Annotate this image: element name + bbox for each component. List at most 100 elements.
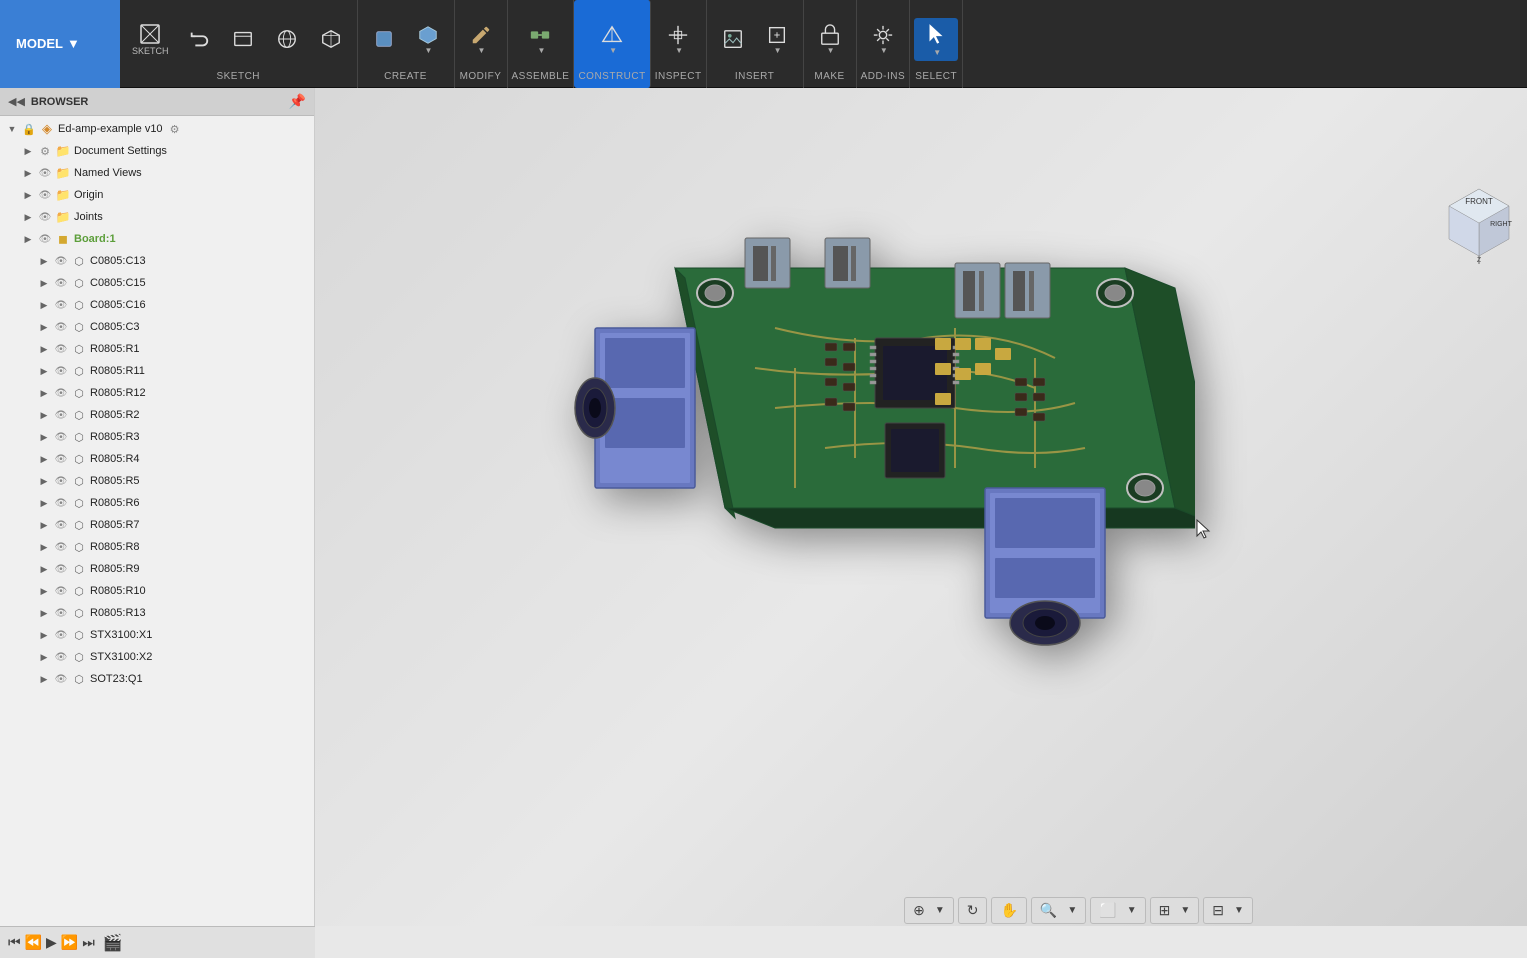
- view-btn[interactable]: ⊟: [1208, 900, 1228, 921]
- joints-label: Joints: [72, 211, 103, 223]
- tree-doc-settings[interactable]: ▶ ⚙ 📁 Document Settings: [0, 140, 314, 162]
- construct-btn[interactable]: ▼: [590, 20, 634, 59]
- tree-named-views[interactable]: ▶ 👁 📁 Named Views: [0, 162, 314, 184]
- create-more-btn[interactable]: ▼: [406, 20, 450, 59]
- model-menu-button[interactable]: MODEL ▼: [0, 0, 120, 88]
- main-canvas[interactable]: ⊕ ▼ ↻ ✋ 🔍 ▼ ⬜ ▼ ⊞ ▼ ⊟ ▼: [315, 88, 1527, 926]
- modify-items: ▼: [459, 0, 503, 71]
- tree-origin[interactable]: ▶ 👁 📁 Origin: [0, 184, 314, 206]
- root-component-icon: ◈: [38, 121, 56, 137]
- display-mode-btn[interactable]: ⬜: [1095, 900, 1120, 921]
- tree-component-item[interactable]: ▶ 👁 ⬡ R0805:R4: [0, 448, 314, 470]
- svg-text:Z: Z: [1477, 257, 1482, 264]
- tree-joints[interactable]: ▶ 👁 📁 Joints: [0, 206, 314, 228]
- tree-component-item[interactable]: ▶ 👁 ⬡ R0805:R8: [0, 536, 314, 558]
- component-label: C0805:C16: [88, 299, 146, 311]
- make-section: ▼ MAKE: [804, 0, 857, 88]
- browser-collapse-btn[interactable]: ◀◀: [8, 95, 25, 108]
- insert-label: INSERT: [735, 71, 775, 88]
- tree-component-item[interactable]: ▶ 👁 ⬡ R0805:R2: [0, 404, 314, 426]
- component-arrow: ▶: [36, 520, 52, 531]
- origin-eye-icon: 👁: [36, 190, 54, 201]
- create-solid-btn[interactable]: [362, 24, 406, 54]
- tree-board1[interactable]: ▶ 👁 ◼ Board:1: [0, 228, 314, 250]
- play-prev-btn[interactable]: ⏪: [25, 934, 42, 951]
- select-btn[interactable]: ▼: [914, 18, 958, 61]
- tree-component-item[interactable]: ▶ 👁 ⬡ R0805:R12: [0, 382, 314, 404]
- play-end-btn[interactable]: ⏭: [82, 934, 95, 951]
- zoom-dropdown-btn[interactable]: ▼: [1063, 903, 1081, 918]
- tree-component-item[interactable]: ▶ 👁 ⬡ SOT23:Q1: [0, 668, 314, 690]
- display-dropdown-btn[interactable]: ▼: [1123, 903, 1141, 918]
- zoom-btn[interactable]: 🔍: [1036, 900, 1061, 921]
- sketch-label: SKETCH: [216, 71, 260, 88]
- view-dropdown-btn[interactable]: ▼: [1230, 903, 1248, 918]
- tree-component-item[interactable]: ▶ 👁 ⬡ R0805:R6: [0, 492, 314, 514]
- snap-btn[interactable]: ⊕: [909, 900, 929, 921]
- tree-component-item[interactable]: ▶ 👁 ⬡ R0805:R1: [0, 338, 314, 360]
- tree-component-item[interactable]: ▶ 👁 ⬡ STX3100:X2: [0, 646, 314, 668]
- browser-panel: ◀◀ BROWSER 📌 ▼ 🔒 ◈ Ed-amp-example v10 ⚙ …: [0, 88, 315, 958]
- insert-more-btn[interactable]: ▼: [755, 20, 799, 59]
- window-btn[interactable]: [221, 24, 265, 54]
- inspect-btn[interactable]: ▼: [656, 20, 700, 59]
- undo-btn[interactable]: [177, 24, 221, 54]
- addins-btn[interactable]: ▼: [861, 20, 905, 59]
- component-shape-icon: ⬡: [70, 585, 88, 598]
- insert-items: ▼: [711, 0, 799, 71]
- tree-component-item[interactable]: ▶ 👁 ⬡ C0805:C13: [0, 250, 314, 272]
- joints-eye-icon: 👁: [36, 212, 54, 223]
- browser-pin-btn[interactable]: 📌: [289, 93, 306, 110]
- make-btn[interactable]: ▼: [808, 20, 852, 59]
- component-eye-icon: 👁: [52, 300, 70, 311]
- component-arrow: ▶: [36, 278, 52, 289]
- component-arrow: ▶: [36, 322, 52, 333]
- orbit-btn[interactable]: ↻: [963, 900, 983, 921]
- tree-component-item[interactable]: ▶ 👁 ⬡ R0805:R10: [0, 580, 314, 602]
- play-play-btn[interactable]: ▶: [46, 934, 57, 951]
- modify-btn[interactable]: ▼: [459, 20, 503, 59]
- sketch-create-btn[interactable]: SKETCH: [124, 18, 177, 60]
- component-eye-icon: 👁: [52, 278, 70, 289]
- assemble-items: ▼: [518, 0, 562, 71]
- pan-btn[interactable]: ✋: [996, 900, 1021, 921]
- component-label: R0805:R2: [88, 409, 140, 421]
- component-arrow: ▶: [36, 476, 52, 487]
- doc-settings-gear-icon: ⚙: [36, 145, 54, 158]
- play-start-btn[interactable]: ⏮: [8, 934, 21, 951]
- named-views-arrow: ▶: [20, 168, 36, 179]
- grid-dropdown-btn[interactable]: ▼: [1176, 903, 1194, 918]
- root-settings-icon[interactable]: ⚙: [167, 123, 183, 136]
- canvas-bottom-toolbar: ⊕ ▼ ↻ ✋ 🔍 ▼ ⬜ ▼ ⊞ ▼ ⊟ ▼: [630, 894, 1527, 926]
- 3dmodel-btn[interactable]: [309, 24, 353, 54]
- orbit-tool-group: ↻: [958, 897, 988, 924]
- play-camera-btn[interactable]: 🎬: [103, 933, 123, 953]
- play-next-btn[interactable]: ⏩: [61, 934, 78, 951]
- tree-component-item[interactable]: ▶ 👁 ⬡ R0805:R9: [0, 558, 314, 580]
- tree-component-item[interactable]: ▶ 👁 ⬡ STX3100:X1: [0, 624, 314, 646]
- grid-btn[interactable]: ⊞: [1155, 900, 1175, 921]
- create-items: ▼: [362, 0, 450, 71]
- viewcube[interactable]: FRONT RIGHT Z: [1439, 184, 1519, 264]
- tree-component-item[interactable]: ▶ 👁 ⬡ R0805:R3: [0, 426, 314, 448]
- tree-component-item[interactable]: ▶ 👁 ⬡ C0805:C16: [0, 294, 314, 316]
- component-arrow: ▶: [36, 542, 52, 553]
- tree-root-item[interactable]: ▼ 🔒 ◈ Ed-amp-example v10 ⚙: [0, 118, 314, 140]
- component-eye-icon: 👁: [52, 520, 70, 531]
- tree-component-item[interactable]: ▶ 👁 ⬡ R0805:R7: [0, 514, 314, 536]
- tree-component-item[interactable]: ▶ 👁 ⬡ R0805:R11: [0, 360, 314, 382]
- component-label: R0805:R4: [88, 453, 140, 465]
- tree-component-item[interactable]: ▶ 👁 ⬡ C0805:C15: [0, 272, 314, 294]
- named-views-label: Named Views: [72, 167, 142, 179]
- tree-component-item[interactable]: ▶ 👁 ⬡ C0805:C3: [0, 316, 314, 338]
- make-icon: [819, 24, 841, 46]
- insert-image-btn[interactable]: [711, 24, 755, 54]
- pcb-3d-model: [515, 168, 1195, 848]
- snap-dropdown-btn[interactable]: ▼: [931, 903, 949, 918]
- tree-component-item[interactable]: ▶ 👁 ⬡ R0805:R5: [0, 470, 314, 492]
- grid-btn[interactable]: [265, 24, 309, 54]
- tree-component-item[interactable]: ▶ 👁 ⬡ R0805:R13: [0, 602, 314, 624]
- zoom-tool-group: 🔍 ▼: [1031, 897, 1086, 924]
- assemble-btn[interactable]: ▼: [518, 20, 562, 59]
- component-label: SOT23:Q1: [88, 673, 143, 685]
